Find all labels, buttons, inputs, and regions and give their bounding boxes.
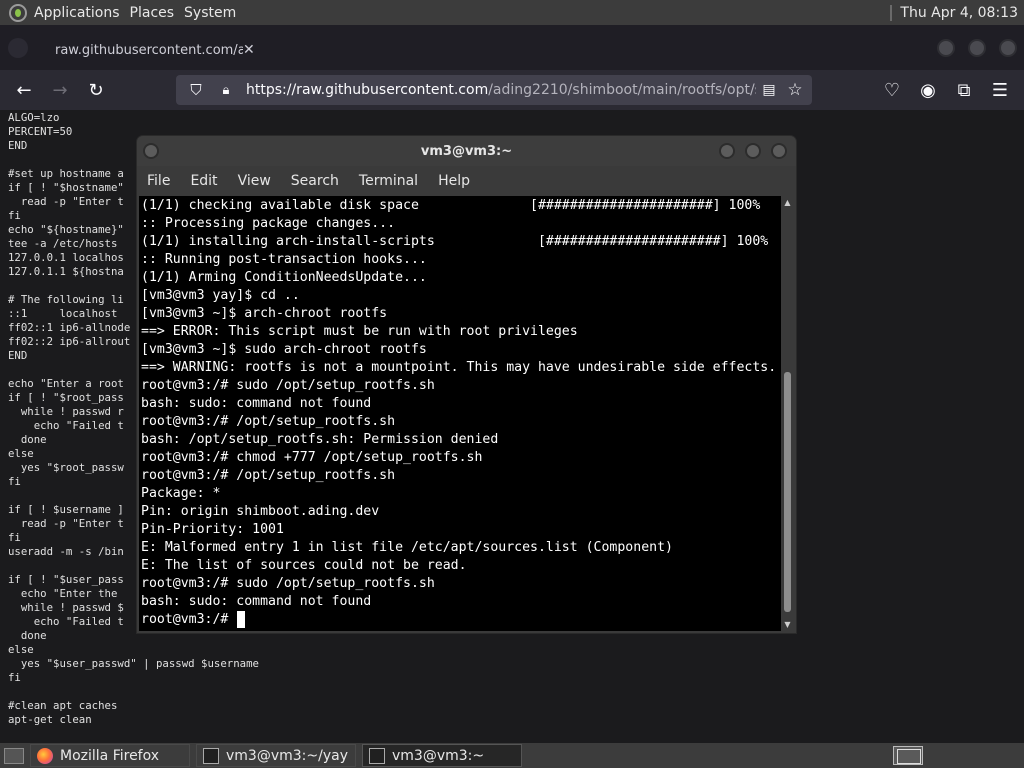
terminal-titlebar[interactable]: vm3@vm3:~	[137, 136, 796, 166]
reload-icon[interactable]: ↻	[84, 78, 108, 102]
menu-terminal[interactable]: Terminal	[349, 173, 428, 189]
menu-file[interactable]: File	[137, 173, 180, 189]
bookmark-star-icon[interactable]: ☆	[782, 80, 808, 100]
url-path: /ading2210/shimboot/main/rootfs/opt/setu…	[488, 82, 756, 98]
taskbar-item-label: Mozilla Firefox	[60, 747, 160, 764]
maximize-button[interactable]	[968, 39, 986, 57]
menu-icon[interactable]: ☰	[988, 78, 1012, 102]
minimize-button[interactable]	[937, 39, 955, 57]
url-text[interactable]: https://raw.githubusercontent.com/ading2…	[246, 82, 756, 98]
back-icon[interactable]: ←	[12, 78, 36, 102]
distro-logo-icon[interactable]	[9, 3, 27, 22]
system-menu[interactable]: System	[183, 5, 245, 21]
pocket-icon[interactable]: ♡	[880, 78, 904, 102]
terminal-maximize-button[interactable]	[745, 143, 761, 159]
tab-close-icon[interactable]: ✕	[243, 42, 257, 58]
scrollbar-thumb[interactable]	[784, 372, 791, 612]
taskbar-item-label: vm3@vm3:~	[392, 747, 485, 764]
places-menu[interactable]: Places	[129, 5, 184, 21]
lock-icon[interactable]: 🔒︎	[216, 83, 236, 98]
top-panel: Applications Places System Thu Apr 4, 08…	[0, 0, 1024, 25]
menu-edit[interactable]: Edit	[180, 173, 227, 189]
navigation-toolbar: ← → ↻ ⛉ 🔒︎ https://raw.githubusercontent…	[0, 70, 1024, 110]
workspace-switcher[interactable]	[893, 746, 923, 765]
extensions-icon[interactable]: ⧉	[952, 78, 976, 102]
menu-view[interactable]: View	[228, 173, 281, 189]
terminal-icon	[203, 747, 219, 764]
reader-view-icon[interactable]: ▤	[756, 82, 782, 98]
terminal-title: vm3@vm3:~	[420, 143, 513, 159]
terminal-screen[interactable]: (1/1) checking available disk space [###…	[139, 196, 781, 631]
scroll-up-icon[interactable]: ▲	[783, 198, 792, 207]
show-desktop-icon[interactable]	[4, 747, 24, 764]
tab-title: raw.githubusercontent.com/adi	[55, 42, 243, 58]
terminal-window: vm3@vm3:~ File Edit View Search Terminal…	[137, 136, 796, 633]
terminal-icon	[369, 747, 385, 764]
terminal-menubar: File Edit View Search Terminal Help	[137, 166, 796, 196]
browser-tab[interactable]: raw.githubusercontent.com/adi ✕	[45, 35, 265, 65]
terminal-cursor	[237, 611, 245, 628]
taskbar-item-firefox[interactable]: Mozilla Firefox	[30, 744, 190, 767]
terminal-minimize-button[interactable]	[719, 143, 735, 159]
taskbar-item-label: vm3@vm3:~/yay	[226, 747, 348, 764]
panel-separator	[890, 4, 893, 21]
forward-icon[interactable]: →	[48, 78, 72, 102]
terminal-scrollbar[interactable]: ▲ ▼	[781, 196, 794, 631]
menu-help[interactable]: Help	[428, 173, 480, 189]
url-bar[interactable]: ⛉ 🔒︎ https://raw.githubusercontent.com/a…	[176, 75, 812, 105]
scroll-down-icon[interactable]: ▼	[783, 620, 792, 629]
taskbar: Mozilla Firefox vm3@vm3:~/yay vm3@vm3:~	[0, 743, 1024, 768]
shield-icon[interactable]: ⛉	[184, 81, 208, 99]
window-menu-button[interactable]	[143, 143, 159, 159]
menu-search[interactable]: Search	[281, 173, 349, 189]
close-button[interactable]	[999, 39, 1017, 57]
account-icon[interactable]: ◉	[916, 78, 940, 102]
url-host: https://raw.githubusercontent.com	[246, 82, 489, 98]
firefox-view-icon[interactable]	[8, 38, 28, 58]
firefox-tabbar: raw.githubusercontent.com/adi ✕	[0, 25, 1024, 70]
applications-menu[interactable]: Applications	[33, 5, 129, 21]
taskbar-item-terminal-yay[interactable]: vm3@vm3:~/yay	[196, 744, 356, 767]
firefox-icon	[37, 747, 53, 764]
terminal-close-button[interactable]	[771, 143, 787, 159]
terminal-output: (1/1) checking available disk space [###…	[141, 198, 777, 627]
taskbar-item-terminal-home[interactable]: vm3@vm3:~	[362, 744, 522, 767]
clock[interactable]: Thu Apr 4, 08:13	[900, 5, 1018, 21]
